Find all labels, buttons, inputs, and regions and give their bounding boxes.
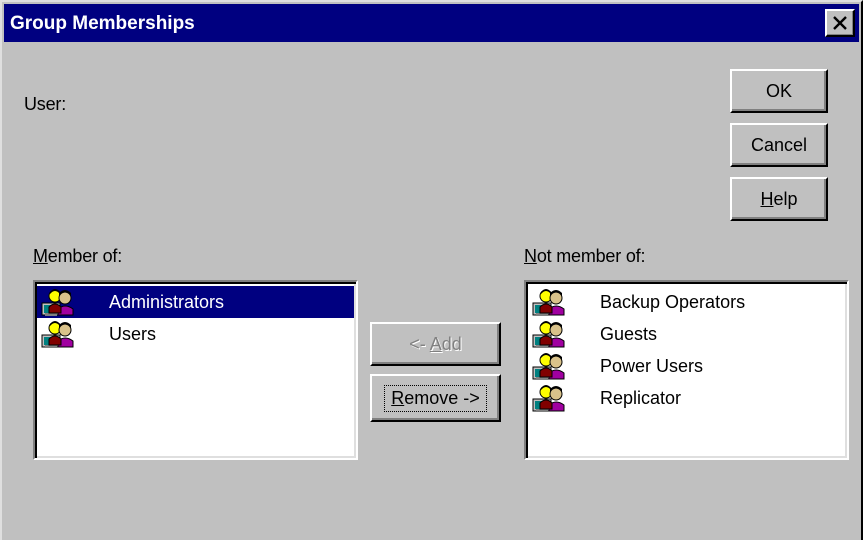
member-of-label: Member of: — [33, 246, 123, 266]
ok-button[interactable]: OK — [730, 69, 828, 113]
group-icon — [532, 287, 568, 317]
group-icon — [41, 287, 77, 317]
list-item-label: Backup Operators — [600, 291, 746, 312]
not-member-of-list[interactable]: Backup Operators Guests Power Users Repl… — [524, 280, 849, 460]
help-button-label: Help — [760, 188, 798, 209]
member-of-list[interactable]: Administrators Users — [33, 280, 358, 460]
title-bar: Group Memberships — [4, 4, 859, 42]
ok-button-label: OK — [765, 80, 792, 101]
list-item-label: Guests — [600, 323, 658, 344]
group-icon — [532, 351, 568, 381]
list-item[interactable]: Replicator — [528, 382, 845, 414]
close-button[interactable] — [825, 9, 855, 37]
cancel-button[interactable]: Cancel — [730, 123, 828, 167]
remove-button[interactable]: Remove -> — [370, 374, 501, 422]
list-item[interactable]: Administrators — [37, 286, 354, 318]
list-item[interactable]: Guests — [528, 318, 845, 350]
cancel-button-label: Cancel — [750, 134, 808, 155]
close-icon — [833, 16, 847, 30]
list-item-label: Users — [109, 323, 157, 344]
help-button[interactable]: Help — [730, 177, 828, 221]
list-item-label: Administrators — [109, 291, 225, 312]
group-memberships-dialog: Group Memberships User: OK Cancel Help M… — [0, 0, 863, 540]
group-icon — [532, 383, 568, 413]
user-label: User: — [24, 94, 67, 114]
remove-button-label: Remove -> — [384, 384, 487, 412]
list-item-label: Power Users — [600, 355, 704, 376]
add-button-label: <- Add — [409, 333, 462, 354]
list-item[interactable]: Power Users — [528, 350, 845, 382]
add-button[interactable]: <- Add — [370, 322, 501, 366]
group-icon — [532, 319, 568, 349]
list-item[interactable]: Backup Operators — [528, 286, 845, 318]
dialog-title: Group Memberships — [10, 13, 195, 34]
group-icon — [41, 319, 77, 349]
list-item[interactable]: Users — [37, 318, 354, 350]
not-member-of-label: Not member of: — [524, 246, 646, 266]
list-item-label: Replicator — [600, 387, 682, 408]
